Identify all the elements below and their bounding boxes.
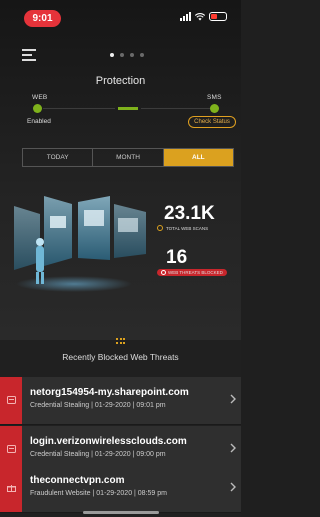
threat-meta: Credential Stealing | 01-29-2020 | 09:01… [30,402,166,409]
system-icons [180,12,227,21]
threats-blocked-value: 16 [166,247,188,268]
hamburger-menu-icon[interactable] [22,49,36,61]
battery-icon [209,12,227,21]
sms-label: SMS [207,94,222,101]
threat-row[interactable]: theconnectvpn.com Fraudulent Website | 0… [0,465,241,513]
page-dot-3[interactable] [130,53,134,57]
total-scans-label: TOTAL WEB SCANS [166,225,209,231]
sms-status-dot [210,104,219,113]
page-dot-1[interactable] [110,53,114,57]
threat-meta: Fraudulent Website | 01-29-2020 | 08:59 … [30,490,167,497]
status-bar: 9:01 [0,0,241,34]
web-protection-illustration [14,196,146,292]
threats-blocked-caption: WEB THREATS BLOCKED [157,269,227,276]
threats-badge: WEB THREATS BLOCKED [157,269,227,276]
credential-card-icon [7,445,16,453]
page-indicator[interactable] [110,53,144,57]
page-dot-4[interactable] [140,53,144,57]
chevron-right-icon [230,394,236,404]
threat-domain: theconnectvpn.com [30,475,125,486]
threat-domain: login.verizonwirelessclouds.com [30,436,187,447]
threats-blocked-label: WEB THREATS BLOCKED [168,270,223,275]
period-tabs: TODAY MONTH ALL [22,148,234,167]
chevron-right-icon [230,443,236,453]
scan-ring-icon [157,225,163,231]
signal-icon [180,12,191,21]
web-status-text: Enabled [27,118,51,125]
tab-today[interactable]: TODAY [23,149,92,166]
divider [141,108,211,109]
check-status-button[interactable]: Check Status [188,116,236,128]
total-scans-caption: TOTAL WEB SCANS [157,225,208,231]
protection-connector [118,107,138,110]
credential-card-icon [7,396,16,404]
threat-ring-icon [161,270,166,275]
chevron-right-icon [230,482,236,492]
drag-handle-icon[interactable] [116,338,125,344]
page-dot-2[interactable] [120,53,124,57]
web-label: WEB [32,94,48,101]
total-scans-value: 23.1K [164,203,215,224]
threat-domain: netorg154954-my.sharepoint.com [30,387,189,398]
tab-all[interactable]: ALL [162,149,233,166]
web-status-dot [33,104,42,113]
home-indicator[interactable] [83,511,159,514]
tab-month[interactable]: MONTH [92,149,162,166]
recent-threats-title: Recently Blocked Web Threats [62,352,179,362]
fraud-gift-icon [7,485,16,492]
threat-row[interactable]: netorg154954-my.sharepoint.com Credentia… [0,377,241,425]
wifi-icon [195,12,205,20]
divider [43,108,115,109]
threat-meta: Credential Stealing | 01-29-2020 | 09:00… [30,451,166,458]
status-time: 9:01 [24,10,61,27]
protection-title: Protection [95,75,146,87]
